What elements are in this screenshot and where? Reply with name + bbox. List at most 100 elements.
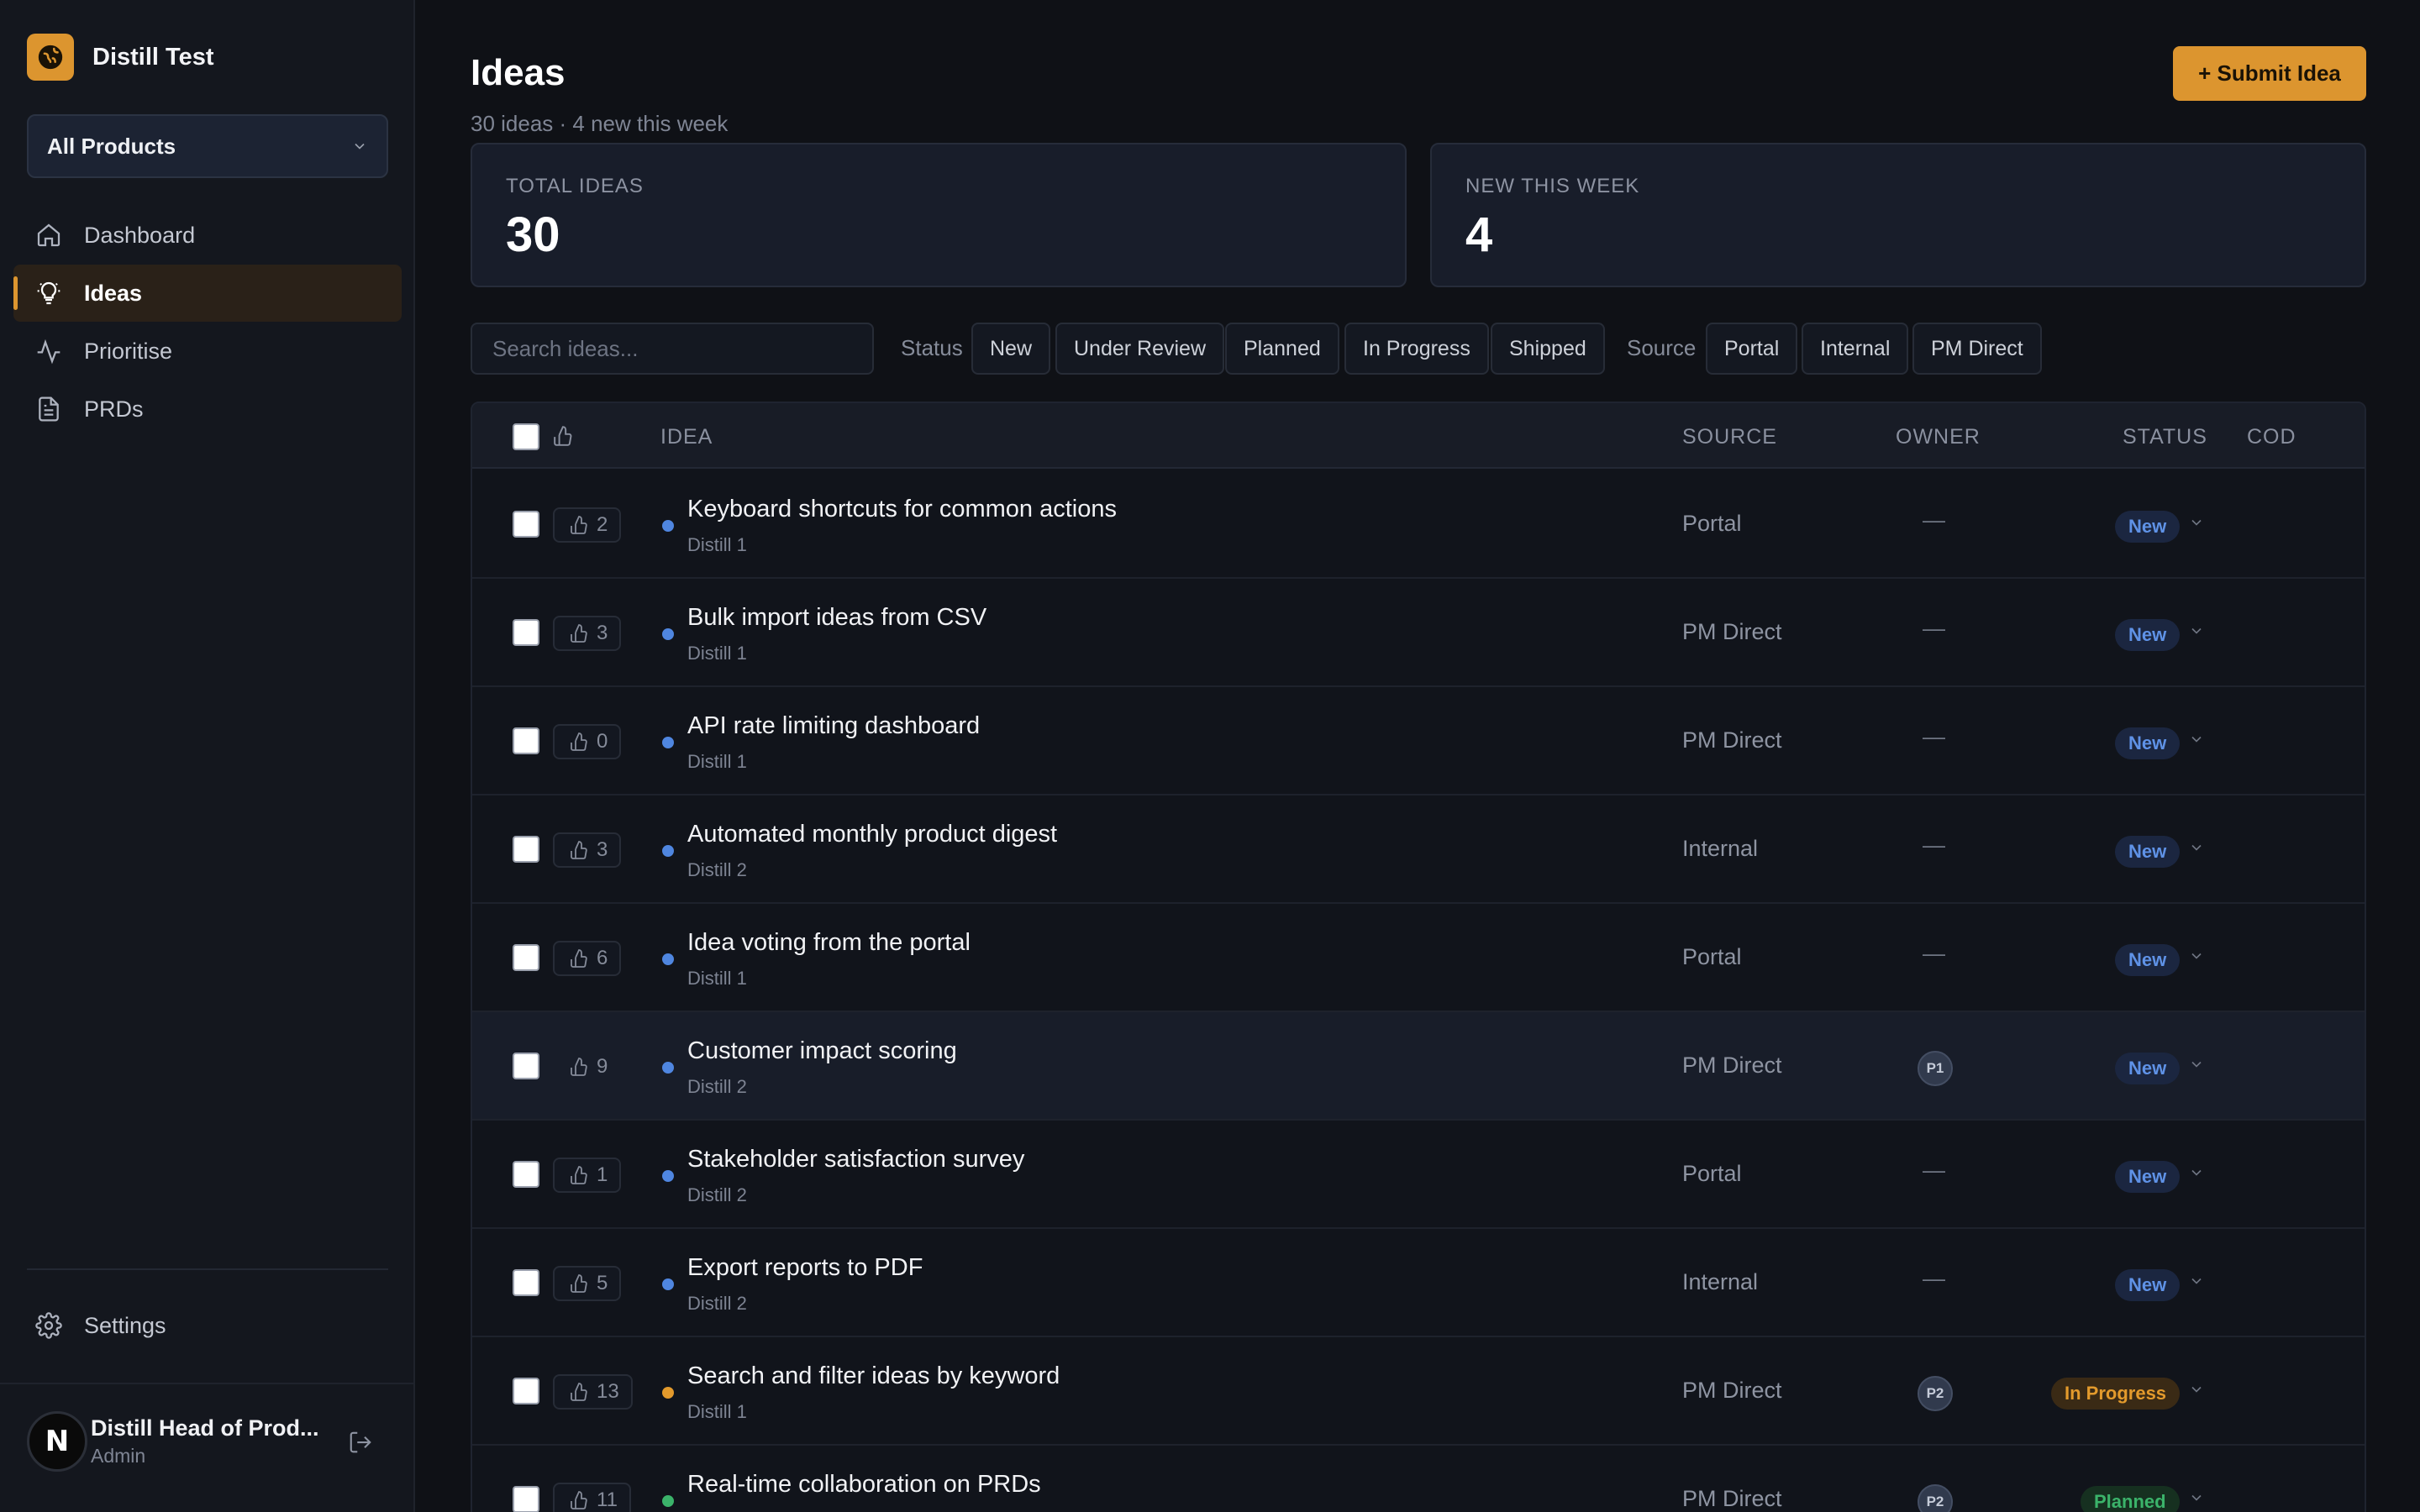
status-badge[interactable]: New [2115,1053,2181,1084]
idea-title[interactable]: Automated monthly product digest [687,821,1057,848]
vote-button[interactable]: 6 [553,941,622,976]
table-row[interactable]: 3 Automated monthly product digest Distill… [472,795,2365,904]
filter-bar: Status New Under Review Planned In Progr… [471,321,2370,375]
vote-count: 5 [597,1272,608,1294]
thumbs-up-icon [570,1490,597,1510]
chevron-down-icon[interactable] [2188,1056,2205,1077]
chevron-down-icon[interactable] [2188,948,2205,969]
nav-label: Dashboard [84,222,196,248]
submit-idea-button[interactable]: + Submit Idea [2173,46,2366,101]
status-chip-under-review[interactable]: Under Review [1055,323,1225,375]
row-checkbox[interactable] [513,727,539,754]
column-header-source[interactable]: SOURCE [1682,425,1777,449]
table-row[interactable]: 11Real-time collaboration on PRDsDistill… [472,1446,2365,1512]
status-badge[interactable]: New [2115,619,2181,651]
status-badge[interactable]: New [2115,1161,2181,1193]
vote-button[interactable]: 2 [553,507,622,543]
owner-avatar[interactable]: P2 [1918,1484,1953,1512]
status-badge[interactable]: New [2115,727,2181,759]
search-input[interactable] [471,323,874,375]
idea-source: Portal [1682,944,1742,969]
owner-avatar[interactable]: P2 [1918,1376,1953,1411]
thumbs-up-icon [570,1273,597,1294]
status-chip-planned[interactable]: Planned [1225,323,1339,375]
status-chip-new[interactable]: New [971,323,1051,375]
chevron-down-icon[interactable] [2188,1164,2205,1185]
status-badge[interactable]: In Progress [2051,1378,2181,1410]
user-profile[interactable]: N Distill Head of Prod... Admin [27,1411,388,1472]
idea-title[interactable]: Idea voting from the portal [687,929,971,957]
vote-button[interactable]: 9 [553,1049,621,1084]
status-chip-in-progress[interactable]: In Progress [1344,323,1489,375]
select-all-checkbox[interactable] [513,423,539,450]
table-row[interactable]: 2 Keyboard shortcuts for common actions Di… [472,470,2365,579]
idea-title[interactable]: API rate limiting dashboard [687,712,980,740]
brand-name: Distill Test [92,43,214,71]
table-row[interactable]: 13 Search and filter ideas by keyword Dist… [472,1337,2365,1446]
chevron-down-icon[interactable] [2188,839,2205,860]
table-row[interactable]: 5 Export reports to PDF Distill 2 Internal —… [472,1229,2365,1337]
row-checkbox[interactable] [513,1378,539,1404]
nav-item-ideas[interactable]: Ideas [13,265,402,322]
status-badge[interactable]: New [2115,1269,2181,1301]
nav-item-settings[interactable]: Settings [34,1310,166,1341]
row-checkbox[interactable] [513,619,539,646]
table-row[interactable]: 9 Customer impact scoring Distill 2 PM Dire… [472,1012,2365,1121]
table-row[interactable]: 0 API rate limiting dashboard Distill 1 PM … [472,687,2365,795]
row-checkbox[interactable] [513,836,539,863]
idea-title[interactable]: Keyboard shortcuts for common actions [687,496,1117,523]
product-select[interactable]: All Products [27,114,388,178]
table-row[interactable]: 6 Idea voting from the portal Distill 1 Por… [472,904,2365,1012]
status-badge[interactable]: Planned [2081,1486,2180,1512]
vote-button[interactable]: 1 [553,1158,622,1193]
idea-title[interactable]: Real-time collaboration on PRDs [687,1471,1041,1499]
chevron-down-icon[interactable] [2188,622,2205,643]
logout-icon[interactable] [348,1430,373,1459]
column-header-cod[interactable]: COD [2247,425,2296,449]
row-checkbox[interactable] [513,1269,539,1296]
idea-title[interactable]: Export reports to PDF [687,1254,923,1282]
thumbs-up-icon [570,840,597,860]
lightbulb-icon [34,278,64,308]
source-chip-portal[interactable]: Portal [1706,323,1798,375]
row-checkbox[interactable] [513,1161,539,1188]
status-badge[interactable]: New [2115,944,2181,976]
idea-title[interactable]: Bulk import ideas from CSV [687,604,986,632]
status-badge[interactable]: New [2115,836,2181,868]
table-row[interactable]: 1 Stakeholder satisfaction survey Distill … [472,1121,2365,1229]
status-chip-shipped[interactable]: Shipped [1491,323,1605,375]
vote-button[interactable]: 11 [553,1483,631,1512]
row-checkbox[interactable] [513,511,539,538]
chevron-down-icon[interactable] [2188,1381,2205,1402]
vote-button[interactable]: 13 [553,1374,633,1410]
document-icon [34,394,64,424]
idea-title[interactable]: Search and filter ideas by keyword [687,1362,1060,1390]
status-badge[interactable]: New [2115,511,2181,543]
idea-title[interactable]: Stakeholder satisfaction survey [687,1146,1024,1173]
source-chip-pm-direct[interactable]: PM Direct [1912,323,2042,375]
chevron-down-icon[interactable] [2188,514,2205,535]
vote-button[interactable]: 0 [553,724,622,759]
brand[interactable]: Distill Test [27,34,214,81]
chevron-down-icon[interactable] [2188,1489,2205,1510]
nav-item-prioritise[interactable]: Prioritise [13,323,402,380]
vote-button[interactable]: 5 [553,1266,622,1301]
nav-item-prds[interactable]: PRDs [13,381,402,438]
idea-title[interactable]: Customer impact scoring [687,1037,957,1065]
vote-button[interactable]: 3 [553,832,622,868]
status-dot [662,737,674,748]
chevron-down-icon[interactable] [2188,1273,2205,1294]
row-checkbox[interactable] [513,1486,539,1512]
chevron-down-icon[interactable] [2188,731,2205,752]
nav-item-dashboard[interactable]: Dashboard [13,207,402,264]
column-header-status[interactable]: STATUS [2123,425,2207,449]
owner-empty: — [1923,507,1945,533]
column-header-owner[interactable]: OWNER [1896,425,1981,449]
source-chip-internal[interactable]: Internal [1802,323,1909,375]
row-checkbox[interactable] [513,1053,539,1079]
vote-button[interactable]: 3 [553,616,622,651]
table-row[interactable]: 3 Bulk import ideas from CSV Distill 1 PM D… [472,579,2365,687]
row-checkbox[interactable] [513,944,539,971]
column-header-idea[interactable]: IDEA [660,425,713,449]
owner-avatar[interactable]: P1 [1918,1051,1953,1086]
